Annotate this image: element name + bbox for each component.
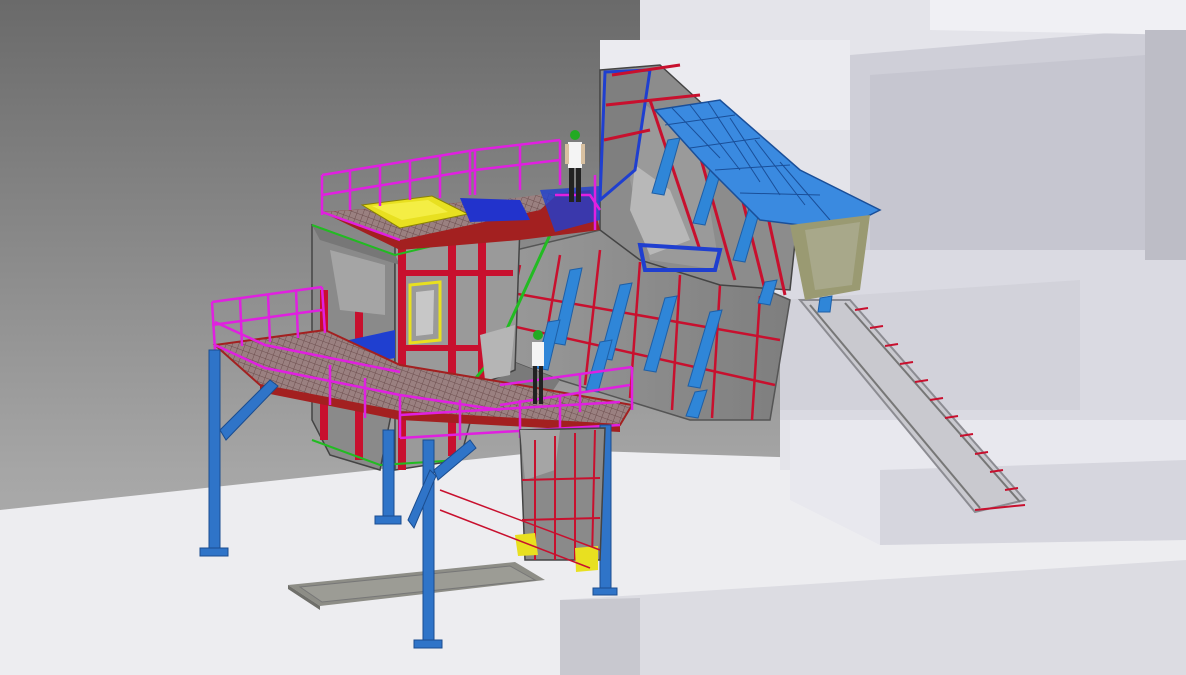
cad-scene: [0, 0, 1186, 675]
floor-step-face: [560, 598, 640, 675]
